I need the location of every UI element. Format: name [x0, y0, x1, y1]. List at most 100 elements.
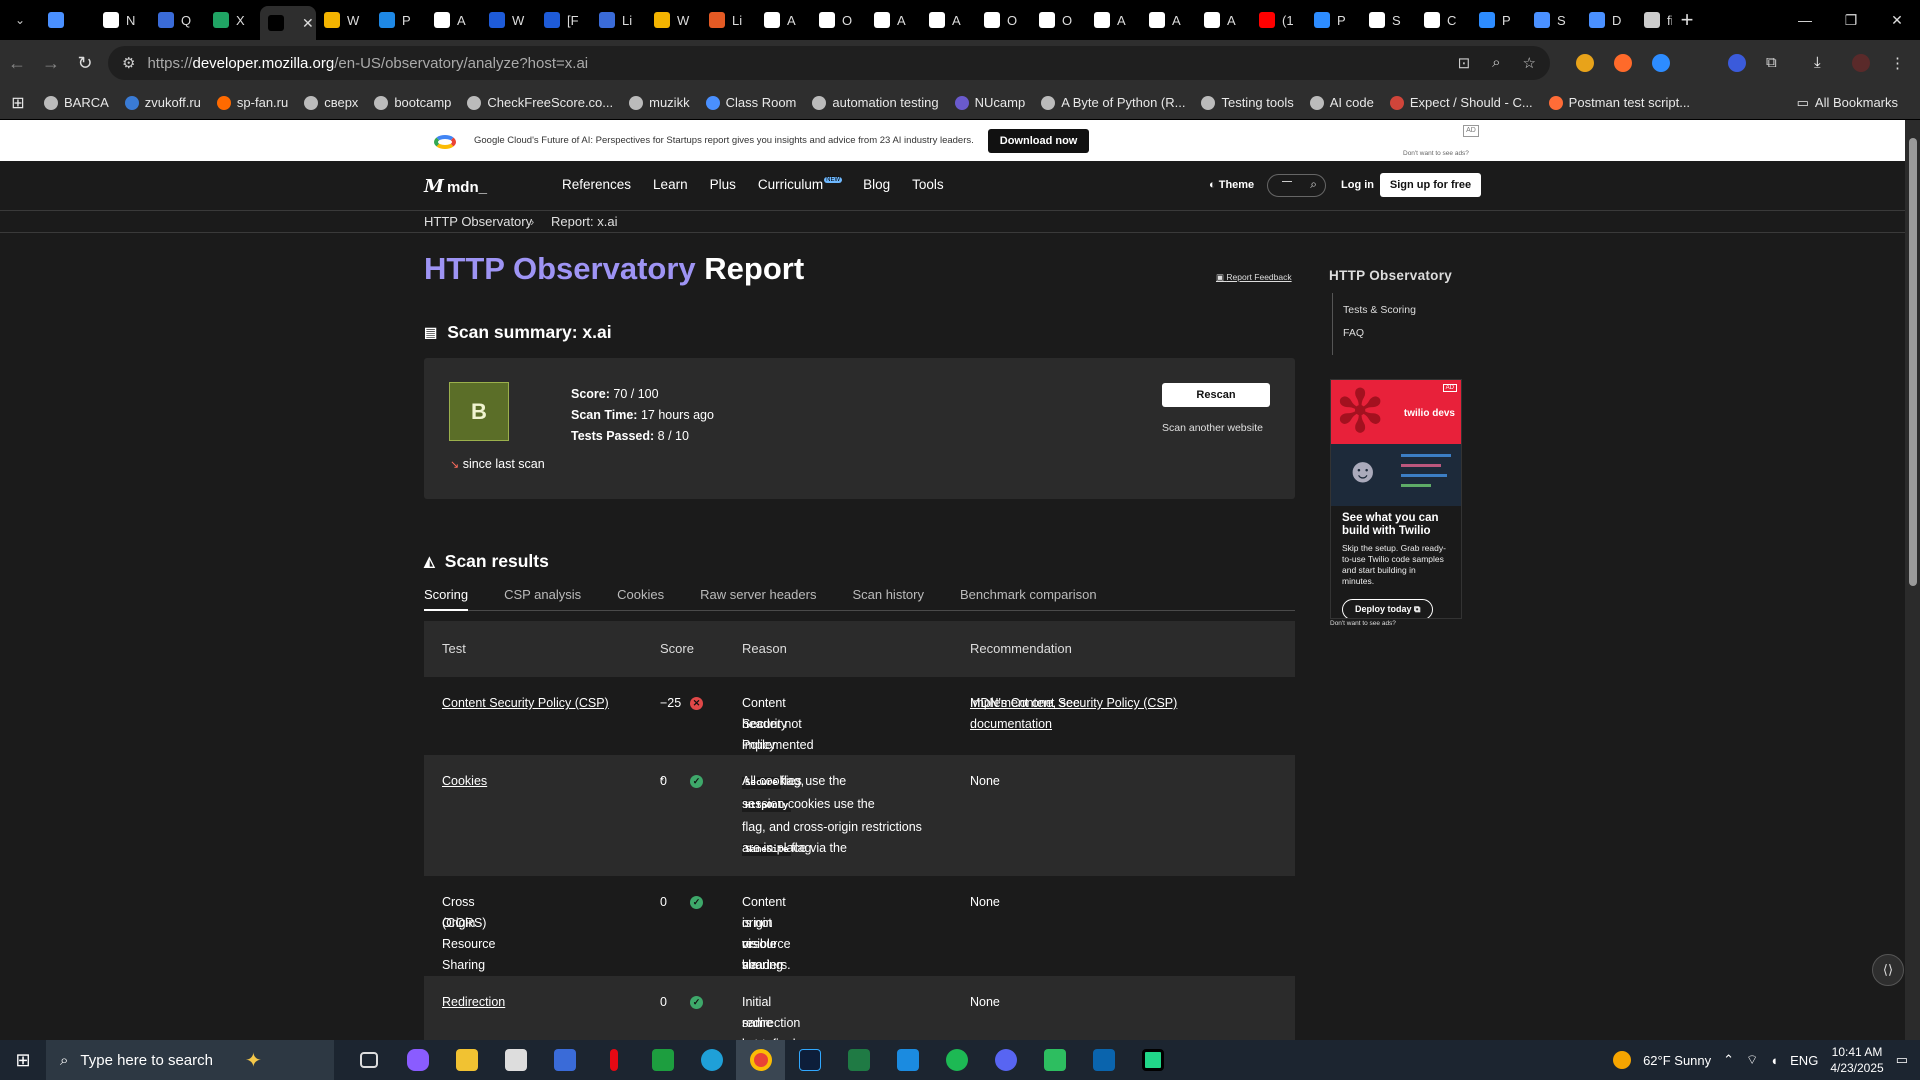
lang-indicator[interactable]: ENG — [1790, 1053, 1818, 1068]
pycharm-icon[interactable] — [1128, 1040, 1177, 1080]
forward-button[interactable]: → — [34, 53, 68, 74]
new-tab-button[interactable]: + — [1672, 7, 1702, 33]
browser-tab[interactable]: (1 — [1251, 4, 1306, 36]
browser-tab[interactable]: [F — [536, 4, 591, 36]
test-link-cookies[interactable]: Cookies — [442, 771, 487, 792]
browser-tab[interactable]: O — [1031, 4, 1086, 36]
zoom-icon[interactable]: ⌕ — [1492, 54, 1500, 72]
photoshop-icon[interactable] — [785, 1040, 834, 1080]
bookmark-item[interactable]: bootcamp — [366, 95, 459, 110]
bookmark-item[interactable]: сверх — [296, 95, 366, 110]
evernote-icon[interactable] — [1030, 1040, 1079, 1080]
report-feedback-link[interactable]: ▣ Report Feedback — [1216, 272, 1292, 283]
browser-tab[interactable]: N — [95, 4, 150, 36]
browser-tab[interactable]: A — [1141, 4, 1196, 36]
vscode-icon[interactable] — [883, 1040, 932, 1080]
tab-scan-history[interactable]: Scan history — [852, 587, 924, 610]
clock[interactable]: 10:41 AM 4/23/2025 — [1830, 1044, 1883, 1076]
mdn-logo[interactable]: Mmdn_ — [424, 176, 487, 197]
bookmark-item[interactable]: muzikk — [621, 95, 697, 110]
tab-raw-headers[interactable]: Raw server headers — [700, 587, 816, 610]
browser-tab[interactable]: S — [1526, 4, 1581, 36]
breadcrumb-item[interactable]: HTTP Observatory — [424, 214, 532, 229]
browser-tab[interactable]: C — [1416, 4, 1471, 36]
browser-tab[interactable]: X — [205, 4, 260, 36]
restore-button[interactable]: ❐ — [1828, 0, 1874, 40]
chrome-icon[interactable] — [736, 1040, 785, 1080]
nav-references[interactable]: References — [562, 177, 631, 192]
page-scrollbar[interactable] — [1905, 120, 1920, 1040]
avatar[interactable] — [1852, 54, 1870, 72]
theme-switcher[interactable]: ◐ Theme — [1209, 179, 1254, 191]
install-app-icon[interactable]: ⊡ — [1458, 54, 1471, 72]
browser-tab[interactable]: A — [1086, 4, 1141, 36]
tab-benchmark[interactable]: Benchmark comparison — [960, 587, 1097, 610]
excel-icon[interactable] — [834, 1040, 883, 1080]
reload-button[interactable]: ↻ — [68, 53, 102, 74]
browser-tab[interactable]: P — [371, 4, 426, 36]
task-view-icon[interactable] — [344, 1040, 393, 1080]
browser-tab[interactable]: P — [1471, 4, 1526, 36]
bookmark-item[interactable]: BARCA — [36, 95, 117, 110]
site-info-icon[interactable]: ⚙ — [122, 54, 135, 72]
extension-icon[interactable] — [1690, 54, 1708, 72]
volume-icon[interactable]: ◖ — [1770, 1053, 1778, 1068]
extension-icon[interactable] — [1614, 54, 1632, 72]
browser-tab[interactable]: Li — [701, 4, 756, 36]
sidebar-item-faq[interactable]: FAQ — [1343, 327, 1416, 339]
extension-icon[interactable] — [1576, 54, 1594, 72]
download-now-button[interactable]: Download now — [987, 128, 1090, 153]
mail-icon[interactable] — [540, 1040, 589, 1080]
tab-search-chevron-icon[interactable]: ⌄ — [0, 13, 40, 27]
ad-tag[interactable]: AD — [1442, 384, 1457, 392]
dont-want-ads-link[interactable]: Don't want to see ads? — [1330, 620, 1396, 627]
spotify-icon[interactable] — [932, 1040, 981, 1080]
weather-text[interactable]: 62°F Sunny — [1643, 1053, 1711, 1068]
browser-tab[interactable]: A — [426, 4, 481, 36]
search-input[interactable]: ⌕ — [1267, 174, 1326, 197]
taskbar-search-input[interactable]: ⌕ Type here to search ✦ — [46, 1040, 334, 1080]
dont-want-ads-link[interactable]: Don't want to see ads? — [1403, 150, 1469, 157]
documentation-link[interactable]: documentation — [970, 714, 1052, 735]
windows-start-icon[interactable]: ⊞ — [0, 1050, 46, 1071]
tab-scoring[interactable]: Scoring — [424, 587, 469, 611]
browser-tab[interactable]: W — [481, 4, 536, 36]
browser-tab[interactable]: S — [1361, 4, 1416, 36]
nav-learn[interactable]: Learn — [653, 177, 688, 192]
bookmark-item[interactable]: sp-fan.ru — [209, 95, 296, 110]
scrollbar-thumb[interactable] — [1909, 138, 1917, 586]
browser-tab[interactable]: D — [1581, 4, 1636, 36]
discord-icon[interactable] — [981, 1040, 1030, 1080]
code-inspect-icon[interactable]: ⟨⟩ — [1872, 954, 1904, 986]
bookmark-item[interactable]: zvukoff.ru — [117, 95, 209, 110]
bookmark-item[interactable]: AI code — [1302, 95, 1382, 110]
browser-tab[interactable]: P — [1306, 4, 1361, 36]
address-bar[interactable]: ⚙ https://developer.mozilla.org/en-US/ob… — [108, 46, 1550, 80]
file-explorer-icon[interactable] — [442, 1040, 491, 1080]
browser-tab[interactable]: A — [921, 4, 976, 36]
browser-tab[interactable]: S✕ — [260, 6, 316, 40]
bookmark-item[interactable]: Expect / Should - C... — [1382, 95, 1541, 110]
browser-tab[interactable]: A — [756, 4, 811, 36]
bookmark-star-icon[interactable]: ☆ — [1523, 54, 1536, 72]
test-link-redirection[interactable]: Redirection — [442, 992, 505, 1013]
rescan-button[interactable]: Rescan — [1162, 383, 1270, 407]
browser-tab[interactable]: fi — [1636, 4, 1672, 36]
bookmark-item[interactable]: Postman test script... — [1541, 95, 1698, 110]
back-button[interactable]: ← — [0, 53, 34, 74]
extension-icon[interactable] — [1728, 54, 1746, 72]
minimize-button[interactable]: — — [1782, 0, 1828, 40]
browser-tab[interactable]: W — [316, 4, 371, 36]
bookmark-item[interactable]: A Byte of Python (R... — [1033, 95, 1193, 110]
browser-tab[interactable]: Li — [591, 4, 646, 36]
test-link-csp[interactable]: Content Security Policy (CSP) — [442, 693, 609, 714]
sidebar-item-tests-scoring[interactable]: Tests & Scoring — [1343, 304, 1416, 316]
app-icon[interactable] — [638, 1040, 687, 1080]
breadcrumb-item-current[interactable]: Report: x.ai — [551, 214, 617, 229]
apps-grid-icon[interactable]: ⊞ — [0, 93, 36, 113]
close-tab-icon[interactable]: ✕ — [302, 15, 314, 32]
browser-tab[interactable]: Q — [150, 4, 205, 36]
ad-tag[interactable]: AD — [1463, 125, 1479, 137]
side-ad-card[interactable]: ✻ twilio devs AD ☻ See what you can buil… — [1330, 379, 1462, 619]
tab-csp-analysis[interactable]: CSP analysis — [504, 587, 581, 610]
